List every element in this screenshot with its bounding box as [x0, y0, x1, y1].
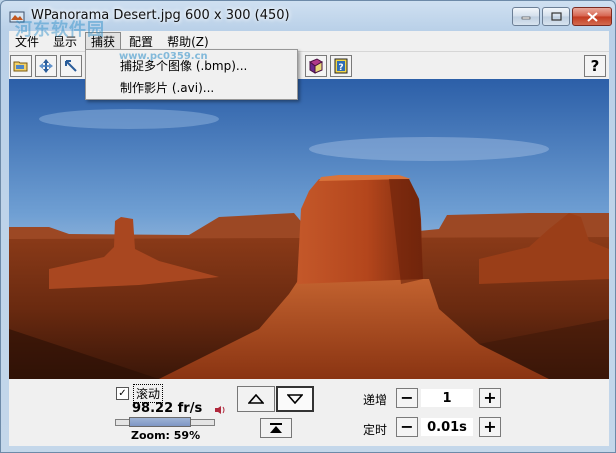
- arrow-cross-icon: [39, 59, 53, 73]
- timer-plus-button[interactable]: +: [479, 417, 501, 437]
- menu-capture-images[interactable]: 捕捉多个图像 (.bmp)...: [120, 57, 247, 74]
- title-bar[interactable]: WPanorama Desert.jpg 600 x 300 (450): [1, 1, 615, 31]
- timer-minus-button[interactable]: −: [396, 417, 418, 437]
- desert-image: [9, 79, 609, 379]
- maximize-icon: [550, 12, 562, 21]
- fps-readout: 98.22 fr/s: [132, 401, 203, 416]
- help-book-icon: ?: [334, 58, 348, 74]
- close-button[interactable]: [572, 7, 612, 26]
- increment-plus-button[interactable]: +: [479, 388, 501, 408]
- triangle-down-icon: [287, 394, 303, 404]
- svg-text:?: ?: [338, 63, 343, 73]
- open-folder-icon: [13, 61, 28, 72]
- increment-minus-button[interactable]: −: [396, 388, 418, 408]
- app-icon: [9, 11, 25, 23]
- increment-label: 递增: [363, 393, 388, 407]
- menu-bar: 文件 显示 捕获 配置 帮助(Z): [9, 31, 609, 51]
- book-icon: [309, 58, 323, 74]
- window-title: WPanorama Desert.jpg 600 x 300 (450): [31, 8, 290, 23]
- close-icon: [586, 11, 598, 22]
- zoom-readout: Zoom: 59%: [131, 429, 201, 442]
- sound-icon[interactable]: [214, 405, 226, 415]
- scroll-down-button[interactable]: [276, 386, 314, 412]
- go-top-button[interactable]: [260, 418, 292, 438]
- open-file-button[interactable]: [10, 55, 32, 77]
- menu-view[interactable]: 显示: [47, 32, 83, 51]
- timer-value[interactable]: 0.01s: [421, 418, 473, 436]
- menu-file[interactable]: 文件: [9, 32, 45, 51]
- arrow-top-icon: [270, 423, 282, 433]
- menu-capture[interactable]: 捕获: [85, 31, 122, 51]
- scroll-checkbox[interactable]: ✓: [116, 387, 129, 400]
- capture-dropdown: 捕捉多个图像 (.bmp)... 制作影片 (.avi)...: [85, 49, 298, 100]
- app-window: WPanorama Desert.jpg 600 x 300 (450) 文件 …: [0, 0, 616, 453]
- panorama-viewport[interactable]: [9, 79, 609, 379]
- scroll-up-button[interactable]: [237, 386, 275, 412]
- minimize-icon: [521, 16, 531, 19]
- speed-slider-thumb[interactable]: [129, 417, 191, 427]
- move-down-button[interactable]: [60, 55, 82, 77]
- triangle-up-icon: [248, 394, 264, 404]
- timer-label: 定时: [363, 423, 388, 437]
- menu-help[interactable]: 帮助(Z): [161, 32, 215, 51]
- maximize-button[interactable]: [542, 7, 570, 26]
- minimize-button[interactable]: [512, 7, 540, 26]
- increment-value[interactable]: 1: [421, 389, 473, 407]
- help-info-button[interactable]: ?: [330, 55, 352, 77]
- book-button[interactable]: [305, 55, 327, 77]
- arrow-diagonal-icon: [65, 60, 77, 72]
- control-panel: ✓ 滚动 98.22 fr/s Zoom: 59% 递增 − 1 + 定时 − …: [9, 379, 609, 446]
- menu-config[interactable]: 配置: [123, 32, 159, 51]
- move-up-button[interactable]: [35, 55, 57, 77]
- help-button[interactable]: ?: [584, 55, 606, 77]
- menu-make-movie[interactable]: 制作影片 (.avi)...: [120, 79, 214, 96]
